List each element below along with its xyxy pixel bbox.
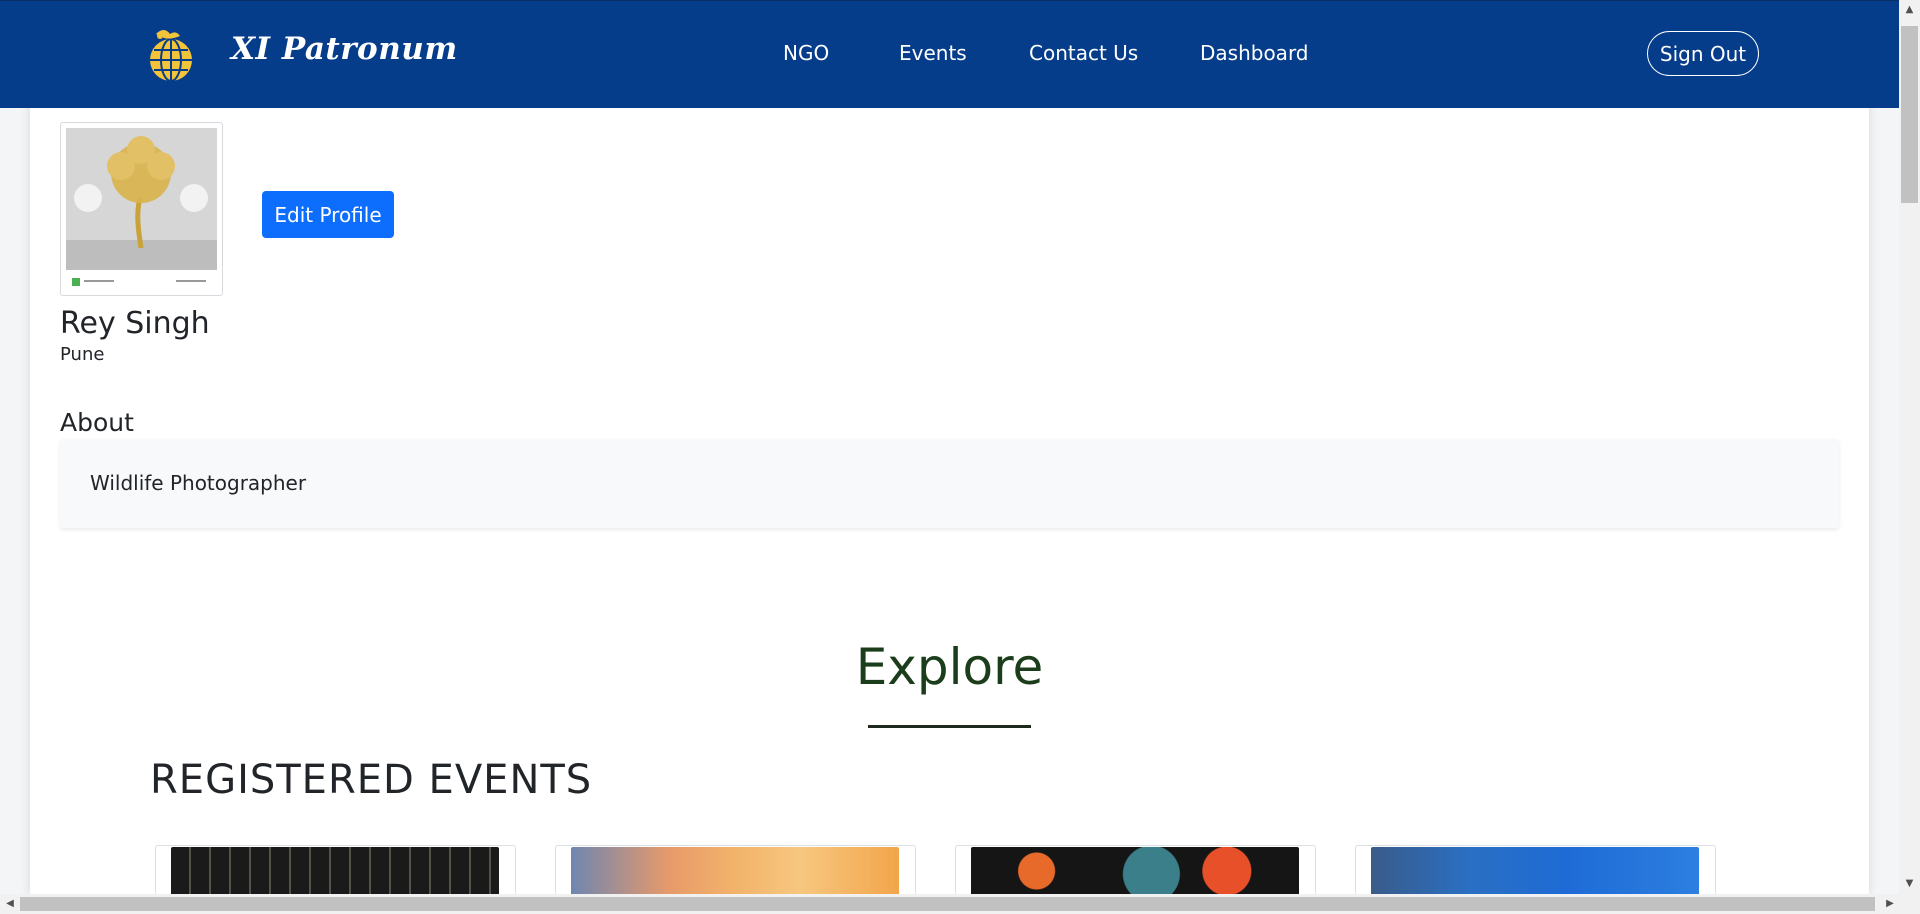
explore-divider [868,725,1031,728]
scroll-right-arrow-icon[interactable]: ▶ [1880,894,1900,914]
profile-city: Pune [60,344,105,365]
scroll-left-arrow-icon[interactable]: ◀ [0,894,20,914]
profile-avatar [60,122,223,296]
top-navbar: XI Patronum NGO Events Contact Us Dashbo… [0,0,1899,108]
about-text: Wildlife Photographer [90,471,307,495]
avatar-tree-image [66,128,217,290]
globe-logo-icon[interactable] [146,24,196,84]
scroll-up-arrow-icon[interactable]: ▲ [1899,0,1920,20]
sign-out-button[interactable]: Sign Out [1647,31,1759,76]
nav-link-ngo[interactable]: NGO [783,41,829,65]
edit-profile-button[interactable]: Edit Profile [262,191,394,238]
about-heading: About [60,408,134,437]
scroll-down-arrow-icon[interactable]: ▼ [1899,874,1920,894]
page: XI Patronum NGO Events Contact Us Dashbo… [0,0,1920,914]
explore-title: Explore [855,638,1044,696]
registered-events-heading: REGISTERED EVENTS [150,757,593,803]
vertical-scrollbar-thumb[interactable] [1901,26,1918,203]
nav-link-contact-us[interactable]: Contact Us [1029,41,1138,65]
horizontal-scrollbar[interactable]: ◀ ▶ [0,894,1920,914]
horizontal-scrollbar-thumb[interactable] [20,897,1875,911]
nav-link-dashboard[interactable]: Dashboard [1200,41,1309,65]
nav-link-events[interactable]: Events [899,41,967,65]
about-box: Wildlife Photographer [60,439,1839,528]
profile-name: Rey Singh [60,306,210,341]
vertical-scrollbar[interactable]: ▲ ▼ [1899,0,1920,894]
brand-name[interactable]: XI Patronum [231,31,458,67]
